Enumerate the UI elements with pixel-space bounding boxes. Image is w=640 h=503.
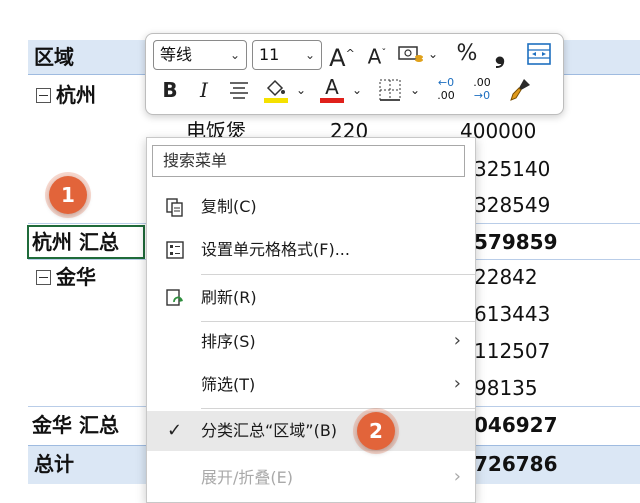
merge-center-button[interactable] bbox=[526, 42, 552, 66]
percent-style-button[interactable]: % bbox=[454, 40, 480, 68]
subtotal-jinhua-label[interactable]: 金华 汇总 bbox=[32, 408, 119, 442]
menu-item-subtotal-region[interactable]: ✓ 分类汇总“区域”(B) bbox=[147, 411, 475, 451]
decrease-font-size-button[interactable]: Aˇ bbox=[364, 40, 390, 71]
collapse-hangzhou-icon[interactable] bbox=[36, 88, 51, 103]
menu-item-filter[interactable]: 筛选(T) › bbox=[147, 365, 475, 405]
align-center-icon bbox=[230, 82, 248, 99]
italic-button[interactable]: I bbox=[194, 76, 214, 104]
font-size-combo[interactable]: 11 ⌄ bbox=[252, 40, 322, 70]
chevron-right-icon: › bbox=[453, 330, 461, 351]
paintbrush-icon bbox=[510, 79, 530, 101]
amount-cell[interactable]: 613443 bbox=[474, 297, 550, 331]
font-color-swatch bbox=[320, 98, 344, 103]
menu-item-label: 复制(C) bbox=[201, 197, 257, 216]
bold-button[interactable]: B bbox=[160, 76, 180, 104]
paint-bucket-icon bbox=[264, 79, 288, 103]
menu-item-label: 展开/折叠(E) bbox=[201, 468, 293, 487]
chevron-down-icon[interactable]: ⌄ bbox=[294, 76, 308, 104]
group-hangzhou-label[interactable]: 杭州 bbox=[56, 78, 96, 112]
step-badge-2: 2 bbox=[357, 412, 395, 450]
decrease-font-icon: A bbox=[367, 44, 382, 69]
chevron-down-icon: ⌄ bbox=[304, 48, 315, 62]
copy-icon bbox=[166, 198, 183, 217]
chevron-down-icon[interactable]: ⌄ bbox=[408, 76, 422, 104]
amount-cell[interactable]: 328549 bbox=[474, 188, 550, 222]
chevron-right-icon: › bbox=[453, 466, 461, 487]
menu-item-label: 分类汇总“区域”(B) bbox=[201, 421, 338, 440]
subtotal-hangzhou-label[interactable]: 杭州 汇总 bbox=[32, 225, 119, 259]
refresh-icon bbox=[166, 289, 183, 306]
font-color-button[interactable]: A bbox=[318, 76, 346, 106]
amount-cell[interactable]: 112507 bbox=[474, 334, 550, 368]
mini-toolbar: 等线 ⌄ 11 ⌄ A^ Aˇ ⌄ % ❟ B I ⌄ A ⌄ ⌄ ←0 .00… bbox=[145, 33, 564, 115]
menu-item-copy[interactable]: 复制(C) bbox=[147, 187, 475, 227]
fill-color-button[interactable] bbox=[262, 78, 290, 104]
borders-button[interactable] bbox=[378, 78, 402, 102]
menu-separator bbox=[201, 274, 475, 275]
group-jinhua-label[interactable]: 金华 bbox=[56, 260, 96, 294]
merge-cells-icon bbox=[527, 43, 551, 65]
font-size-value: 11 bbox=[259, 45, 280, 64]
font-name-combo[interactable]: 等线 ⌄ bbox=[153, 40, 247, 70]
menu-item-label: 设置单元格格式(F)... bbox=[201, 240, 350, 259]
accounting-format-button[interactable] bbox=[398, 44, 424, 64]
comma-style-button[interactable]: ❟ bbox=[490, 40, 510, 68]
increase-decimal-icon-bottom: .00 bbox=[437, 89, 455, 102]
menu-item-sort[interactable]: 排序(S) › bbox=[147, 322, 475, 362]
amount-cell[interactable]: 325140 bbox=[474, 152, 550, 186]
chevron-down-icon[interactable]: ⌄ bbox=[426, 40, 440, 68]
region-header-cell[interactable]: 区域 bbox=[34, 40, 74, 74]
align-center-button[interactable] bbox=[228, 80, 250, 100]
menu-item-expand-collapse[interactable]: 展开/折叠(E) › bbox=[147, 458, 475, 498]
menu-item-label: 刷新(R) bbox=[201, 288, 257, 307]
grand-total-amount[interactable]: 726786 bbox=[474, 447, 558, 481]
amount-cell[interactable]: 22842 bbox=[474, 260, 538, 294]
font-color-icon: A bbox=[325, 75, 339, 99]
borders-icon bbox=[379, 79, 401, 101]
decrease-decimal-icon-top: .00 bbox=[473, 76, 491, 89]
format-painter-button[interactable] bbox=[506, 76, 534, 104]
menu-item-format-cells[interactable]: 设置单元格格式(F)... bbox=[147, 230, 475, 270]
menu-item-refresh[interactable]: 刷新(R) bbox=[147, 278, 475, 318]
amount-cell[interactable]: 98135 bbox=[474, 371, 538, 405]
grand-total-label[interactable]: 总计 bbox=[34, 447, 74, 481]
decrease-decimal-button[interactable]: .00 →0 bbox=[468, 76, 496, 106]
menu-item-label: 排序(S) bbox=[201, 332, 256, 351]
increase-decimal-button[interactable]: ←0 .00 bbox=[432, 76, 460, 106]
currency-icon bbox=[398, 46, 423, 62]
menu-item-label: 筛选(T) bbox=[201, 375, 256, 394]
step-badge-1: 1 bbox=[49, 176, 87, 214]
chevron-down-icon: ⌄ bbox=[229, 48, 240, 62]
subtotal-amount-cell[interactable]: 046927 bbox=[474, 408, 558, 442]
collapse-jinhua-icon[interactable] bbox=[36, 270, 51, 285]
menu-search-input[interactable]: 搜索菜单 bbox=[152, 145, 465, 177]
increase-font-size-button[interactable]: A^ bbox=[328, 40, 356, 72]
menu-separator bbox=[201, 408, 475, 409]
font-name-value: 等线 bbox=[160, 45, 193, 64]
subtotal-amount-cell[interactable]: 579859 bbox=[474, 225, 558, 259]
chevron-down-icon[interactable]: ⌄ bbox=[350, 76, 364, 104]
increase-decimal-icon-top: ←0 bbox=[437, 76, 455, 89]
increase-font-icon: A bbox=[329, 44, 346, 72]
format-cells-icon bbox=[166, 241, 184, 259]
decrease-decimal-icon-bottom: →0 bbox=[473, 89, 491, 102]
checkmark-icon: ✓ bbox=[167, 420, 183, 441]
chevron-right-icon: › bbox=[453, 373, 461, 394]
context-menu: 搜索菜单 复制(C) 设置单元格格式(F)... 刷新(R) 排序(S) › 筛… bbox=[146, 137, 476, 503]
